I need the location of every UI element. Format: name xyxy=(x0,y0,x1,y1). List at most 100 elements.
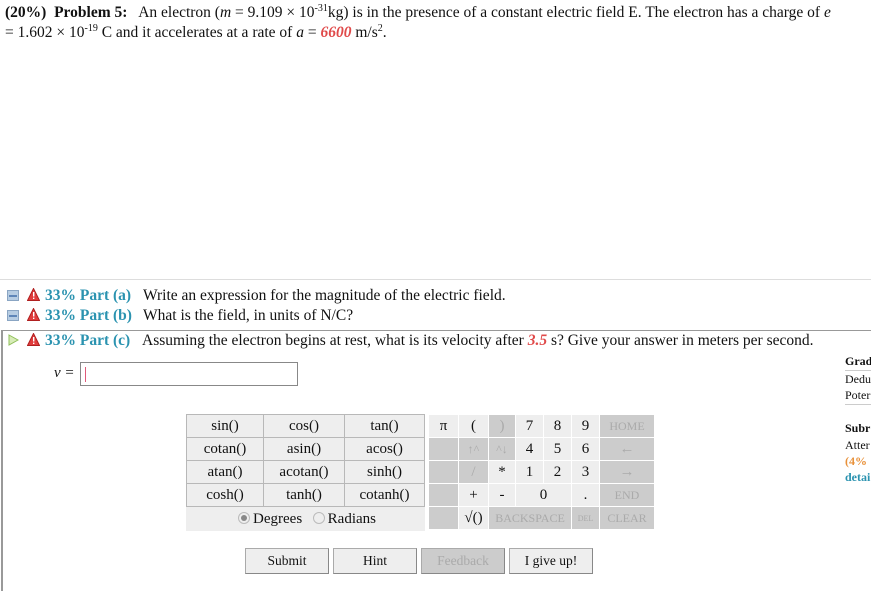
mass-symbol: m xyxy=(219,4,232,21)
feedback-button[interactable]: Feedback xyxy=(421,548,505,574)
time-value: 3.5 xyxy=(527,332,548,349)
asin-button[interactable]: asin() xyxy=(263,437,345,461)
key-6[interactable]: 6 xyxy=(571,437,600,461)
plus-button[interactable]: + xyxy=(458,483,489,507)
acos-button[interactable]: acos() xyxy=(344,437,425,461)
up-power-button[interactable]: ↑^ xyxy=(458,437,489,461)
part-a-label[interactable]: 33% Part (a) xyxy=(45,286,131,306)
attempts-label: Atter xyxy=(845,438,870,452)
keypad: π ( ) 7 8 9 HOME ↑^ ^↓ 4 5 6 ← / * 1 2 3… xyxy=(428,414,655,530)
blank-key xyxy=(428,506,459,530)
problem-weight: (20%) xyxy=(5,4,47,21)
divider xyxy=(845,404,871,405)
right-arrow-button[interactable]: → xyxy=(599,460,655,484)
key-8[interactable]: 8 xyxy=(543,414,572,438)
warning-icon xyxy=(27,333,40,346)
submissions-header: Subr xyxy=(845,421,871,435)
hint-button[interactable]: Hint xyxy=(333,548,417,574)
key-2[interactable]: 2 xyxy=(543,460,572,484)
tanh-button[interactable]: tanh() xyxy=(263,483,345,507)
warning-icon xyxy=(27,288,40,301)
minus-button[interactable]: - xyxy=(488,483,516,507)
accel-value: 6600 xyxy=(320,24,352,41)
home-button[interactable]: HOME xyxy=(599,414,655,438)
right-paren-button[interactable]: ) xyxy=(488,414,516,438)
acotan-button[interactable]: acotan() xyxy=(263,460,345,484)
deductions-label: Dedu xyxy=(845,372,871,386)
sin-button[interactable]: sin() xyxy=(186,414,264,438)
key-1[interactable]: 1 xyxy=(515,460,544,484)
give-up-button[interactable]: I give up! xyxy=(509,548,593,574)
mass-exponent: -31 xyxy=(314,3,328,14)
cotanh-button[interactable]: cotanh() xyxy=(344,483,425,507)
part-c-label[interactable]: 33% Part (c) xyxy=(45,331,130,351)
clear-button[interactable]: CLEAR xyxy=(599,506,655,530)
key-3[interactable]: 3 xyxy=(571,460,600,484)
problem-title: Problem 5: xyxy=(54,4,128,21)
problem-text: kg) is in the presence of a constant ele… xyxy=(327,4,824,21)
part-c-text-2: s? Give your answer in meters per second… xyxy=(547,332,814,349)
sinh-button[interactable]: sinh() xyxy=(344,460,425,484)
problem-text: = 1.602 × 10 xyxy=(5,24,85,41)
accel-symbol: a xyxy=(296,24,304,41)
collapsed-part-icon[interactable] xyxy=(7,310,19,321)
blank-key xyxy=(428,460,459,484)
answer-label: v = xyxy=(54,365,75,381)
left-paren-button[interactable]: ( xyxy=(458,414,489,438)
answer-input[interactable] xyxy=(80,362,298,386)
charge-exponent: -19 xyxy=(84,23,98,34)
key-5[interactable]: 5 xyxy=(543,437,572,461)
blank-key xyxy=(428,437,459,461)
collapsed-part-icon[interactable] xyxy=(7,290,19,301)
part-c-text-1: Assuming the electron begins at rest, wh… xyxy=(142,332,528,349)
part-a-row[interactable]: 33% Part (a) Write an expression for the… xyxy=(0,286,871,306)
part-a-text: Write an expression for the magnitude of… xyxy=(143,287,506,304)
cos-button[interactable]: cos() xyxy=(263,414,345,438)
expand-arrow-icon[interactable] xyxy=(8,334,19,346)
backspace-button[interactable]: BACKSPACE xyxy=(488,506,572,530)
end-button[interactable]: END xyxy=(599,483,655,507)
atan-button[interactable]: atan() xyxy=(186,460,264,484)
problem-text: m/s xyxy=(351,24,378,41)
problem-text: An electron ( xyxy=(138,4,220,21)
charge-symbol: e xyxy=(823,4,831,21)
angle-mode-group: Degrees Radians xyxy=(187,507,425,532)
potential-label: Poter xyxy=(845,388,871,402)
cosh-button[interactable]: cosh() xyxy=(186,483,264,507)
text-caret xyxy=(85,367,86,382)
radians-radio[interactable] xyxy=(312,511,325,524)
problem-text: = xyxy=(303,24,321,41)
warning-icon xyxy=(27,308,40,321)
problem-text: C and it accelerates at a rate of xyxy=(97,24,297,41)
sqrt-button[interactable]: √() xyxy=(458,506,489,530)
divider xyxy=(0,279,871,280)
problem-statement: (20%) Problem 5: An electron (m = 9.109 … xyxy=(5,3,871,43)
function-pad: sin() cos() tan() cotan() asin() acos() … xyxy=(186,414,425,531)
delete-button[interactable]: DEL xyxy=(571,506,600,530)
radians-label[interactable]: Radians xyxy=(328,511,376,527)
key-0[interactable]: 0 xyxy=(515,483,572,507)
details-link[interactable]: detai xyxy=(845,469,870,485)
part-c-text: Assuming the electron begins at rest, wh… xyxy=(142,331,814,351)
tan-button[interactable]: tan() xyxy=(344,414,425,438)
key-9[interactable]: 9 xyxy=(571,414,600,438)
divide-button[interactable]: / xyxy=(458,460,489,484)
cotan-button[interactable]: cotan() xyxy=(186,437,264,461)
part-b-row[interactable]: 33% Part (b) What is the field, in units… xyxy=(0,306,871,326)
degrees-radio[interactable] xyxy=(238,511,251,524)
degrees-label[interactable]: Degrees xyxy=(253,511,302,527)
grade-summary-header: Grad xyxy=(845,354,871,368)
left-arrow-button[interactable]: ← xyxy=(599,437,655,461)
multiply-button[interactable]: * xyxy=(488,460,516,484)
submit-button[interactable]: Submit xyxy=(245,548,329,574)
down-power-button[interactable]: ^↓ xyxy=(488,437,516,461)
decimal-button[interactable]: . xyxy=(571,483,600,507)
blank-key xyxy=(428,483,459,507)
part-b-label[interactable]: 33% Part (b) xyxy=(45,306,132,326)
pi-button[interactable]: π xyxy=(428,414,459,438)
attempt-percent: (4% xyxy=(845,454,867,468)
key-4[interactable]: 4 xyxy=(515,437,544,461)
key-7[interactable]: 7 xyxy=(515,414,544,438)
problem-text: = 9.109 × 10 xyxy=(231,4,315,21)
part-c-row[interactable]: 33% Part (c) Assuming the electron begin… xyxy=(0,331,871,351)
